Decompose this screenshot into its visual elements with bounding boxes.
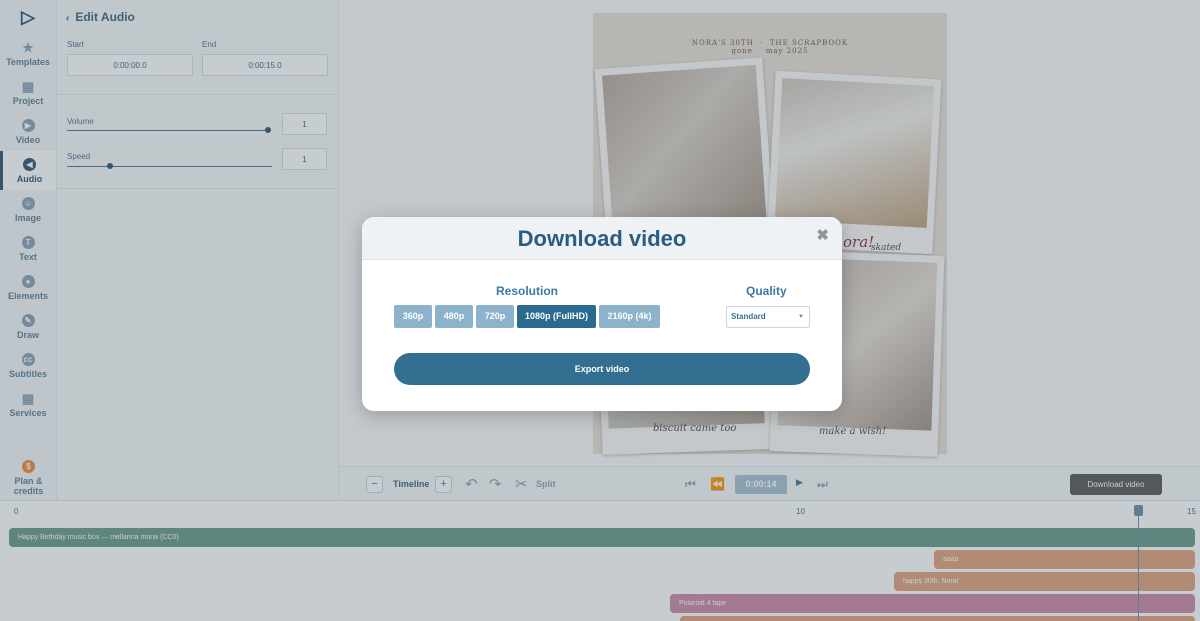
resolution-2160p-button[interactable]: 2160p (4k) (599, 305, 660, 328)
quality-label: Quality (746, 284, 787, 298)
resolution-1080p-button[interactable]: 1080p (FullHD) (517, 305, 596, 328)
resolution-360p-button[interactable]: 360p (394, 305, 432, 328)
quality-select[interactable]: Standard ▼ (726, 306, 810, 328)
export-video-button[interactable]: Export video (394, 353, 810, 385)
dialog-header: Download video ✖ (362, 217, 842, 260)
resolution-label: Resolution (496, 284, 558, 298)
download-video-dialog: Download video ✖ Resolution Quality 360p… (362, 217, 842, 411)
close-icon[interactable]: ✖ (816, 226, 829, 244)
chevron-down-icon: ▼ (798, 314, 804, 320)
resolution-720p-button[interactable]: 720p (476, 305, 514, 328)
dialog-title: Download video (517, 226, 687, 251)
resolution-480p-button[interactable]: 480p (435, 305, 473, 328)
